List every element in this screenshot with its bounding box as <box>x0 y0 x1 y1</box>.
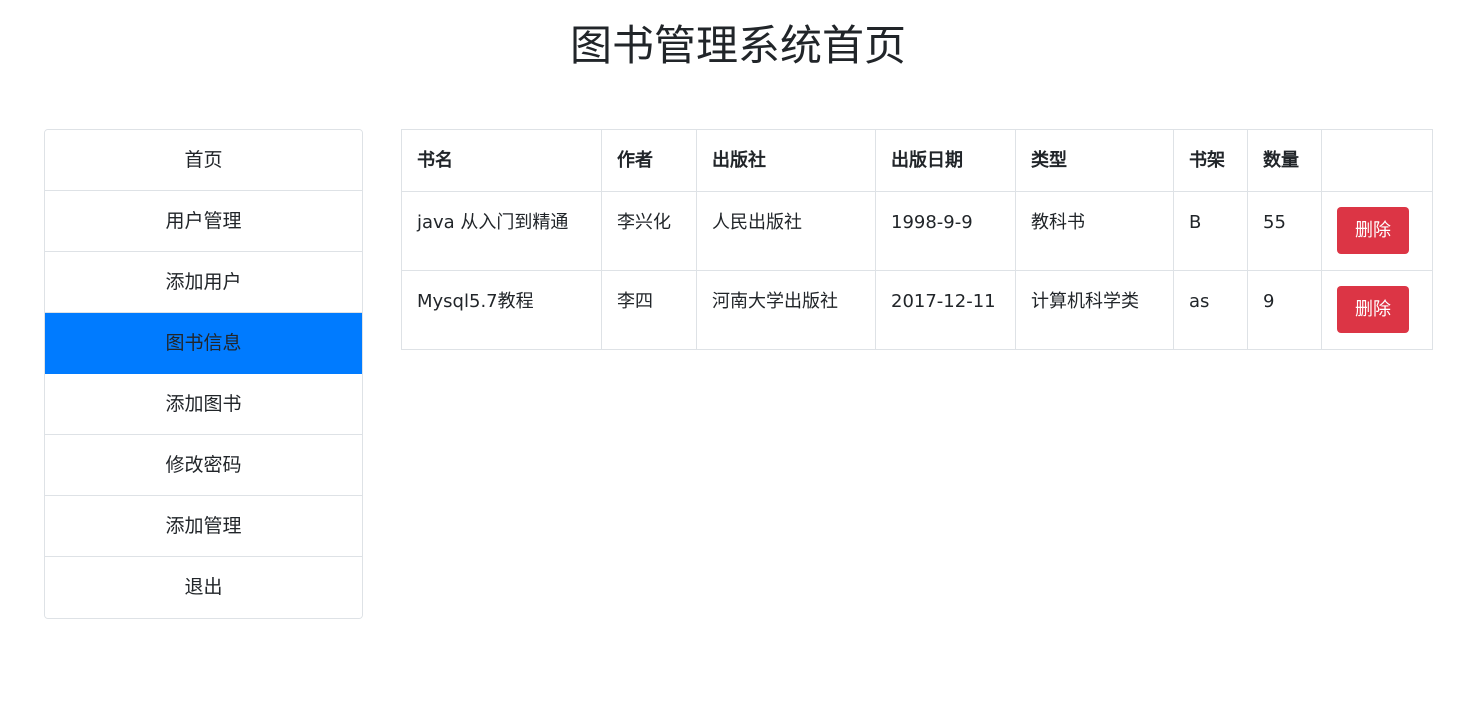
cell-shelf: as <box>1173 270 1248 350</box>
sidebar-item-add-book[interactable]: 添加图书 <box>45 374 362 435</box>
cell-publisher: 河南大学出版社 <box>696 270 876 350</box>
cell-action: 删除 <box>1321 270 1433 350</box>
sidebar-item-home[interactable]: 首页 <box>45 130 362 191</box>
sidebar-item-book-info[interactable]: 图书信息 <box>45 313 362 374</box>
sidebar-item-user-management[interactable]: 用户管理 <box>45 191 362 252</box>
book-table-container: 书名 作者 出版社 出版日期 类型 书架 数量 java 从入门到精通 李兴化 … <box>401 129 1433 350</box>
cell-book-name: Mysql5.7教程 <box>401 270 602 350</box>
column-header-quantity: 数量 <box>1247 129 1322 192</box>
cell-publisher: 人民出版社 <box>696 191 876 271</box>
cell-book-name: java 从入门到精通 <box>401 191 602 271</box>
column-header-shelf: 书架 <box>1173 129 1248 192</box>
sidebar-item-add-admin[interactable]: 添加管理 <box>45 496 362 557</box>
sidebar-nav: 首页 用户管理 添加用户 图书信息 添加图书 修改密码 添加管理 退出 <box>44 129 363 619</box>
cell-author: 李兴化 <box>601 191 697 271</box>
cell-quantity: 55 <box>1247 191 1322 271</box>
delete-button[interactable]: 删除 <box>1337 286 1409 333</box>
sidebar-item-change-password[interactable]: 修改密码 <box>45 435 362 496</box>
cell-action: 删除 <box>1321 191 1433 271</box>
sidebar-item-add-user[interactable]: 添加用户 <box>45 252 362 313</box>
table-header-row: 书名 作者 出版社 出版日期 类型 书架 数量 <box>401 129 1433 192</box>
table-row: java 从入门到精通 李兴化 人民出版社 1998-9-9 教科书 B 55 … <box>401 191 1433 271</box>
cell-publish-date: 1998-9-9 <box>875 191 1016 271</box>
cell-type: 教科书 <box>1015 191 1174 271</box>
sidebar-item-logout[interactable]: 退出 <box>45 557 362 618</box>
page-title: 图书管理系统首页 <box>569 21 906 70</box>
column-header-name: 书名 <box>401 129 602 192</box>
delete-button[interactable]: 删除 <box>1337 207 1409 254</box>
cell-publish-date: 2017-12-11 <box>875 270 1016 350</box>
cell-quantity: 9 <box>1247 270 1322 350</box>
cell-type: 计算机科学类 <box>1015 270 1174 350</box>
column-header-action <box>1321 129 1433 192</box>
column-header-author: 作者 <box>601 129 697 192</box>
book-table: 书名 作者 出版社 出版日期 类型 书架 数量 java 从入门到精通 李兴化 … <box>401 129 1433 350</box>
table-row: Mysql5.7教程 李四 河南大学出版社 2017-12-11 计算机科学类 … <box>401 270 1433 350</box>
column-header-publisher: 出版社 <box>696 129 876 192</box>
cell-shelf: B <box>1173 191 1248 271</box>
cell-author: 李四 <box>601 270 697 350</box>
column-header-type: 类型 <box>1015 129 1174 192</box>
column-header-date: 出版日期 <box>875 129 1016 192</box>
